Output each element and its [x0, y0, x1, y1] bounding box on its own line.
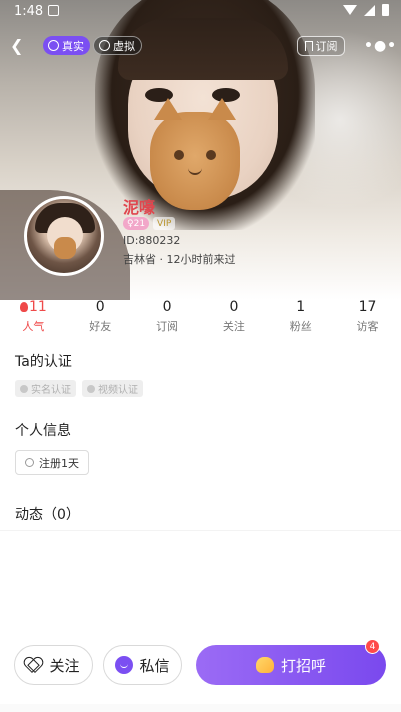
virtual-tag[interactable]: 虚拟	[93, 36, 142, 55]
follow-button[interactable]: 关注	[14, 645, 93, 685]
greet-count-badge: 4	[365, 639, 380, 654]
virtual-icon	[99, 40, 110, 51]
notification-icon	[48, 5, 59, 16]
cat-cookie	[150, 98, 240, 210]
heart-icon	[27, 657, 43, 673]
stat-friends[interactable]: 0 好友	[67, 298, 134, 338]
greet-button[interactable]: 打招呼 4	[196, 639, 386, 685]
real-name-cert-badge: 实名认证	[15, 380, 76, 397]
status-bar: 1:48	[0, 0, 401, 24]
stats-row: 11 人气 0 好友 0 订阅 0 关注 1 粉丝 17 访客	[0, 298, 401, 338]
stat-fans[interactable]: 1 粉丝	[267, 298, 334, 338]
stat-label: 人气	[22, 320, 45, 333]
subscribe-label: 订阅	[315, 40, 338, 53]
message-label: 私信	[139, 656, 170, 675]
chat-icon	[115, 656, 134, 674]
greet-label: 打招呼	[280, 656, 326, 675]
certification-list: 实名认证 视频认证	[15, 380, 143, 397]
location-last-seen: 吉林省 · 12小时前来过	[123, 253, 236, 266]
real-tag-label: 真实	[62, 39, 84, 53]
real-icon	[48, 40, 59, 51]
home-indicator	[0, 704, 401, 712]
message-button[interactable]: 私信	[103, 645, 182, 685]
id-card-icon	[20, 384, 28, 393]
nickname: 泥嚎	[123, 198, 156, 217]
stat-subscriptions[interactable]: 0 订阅	[134, 298, 201, 338]
video-cert-badge: 视频认证	[82, 380, 143, 397]
moments-title: 动态（0）	[15, 507, 80, 523]
status-time: 1:48	[14, 4, 44, 19]
stat-value: 11	[29, 299, 47, 315]
fire-icon	[20, 302, 28, 312]
stat-label: 关注	[222, 320, 245, 333]
more-options-icon[interactable]: •●•	[364, 38, 397, 54]
real-tag[interactable]: 真实	[43, 36, 90, 55]
stat-value: 0	[162, 299, 172, 315]
person-icon	[25, 458, 34, 467]
registration-label: 注册1天	[39, 456, 79, 470]
stat-value: 1	[296, 299, 306, 315]
video-icon	[87, 384, 95, 393]
follow-label: 关注	[49, 656, 80, 675]
certification-title: Ta的认证	[15, 354, 72, 370]
cert-label: 视频认证	[98, 385, 138, 396]
stat-following[interactable]: 0 关注	[200, 298, 267, 338]
personal-info-title: 个人信息	[15, 423, 71, 439]
vip-badge-label: VIP	[157, 218, 172, 229]
virtual-tag-label: 虚拟	[113, 39, 135, 53]
user-badges: ♀21 VIP	[123, 217, 176, 230]
stat-label: 粉丝	[289, 320, 312, 333]
stat-value: 0	[95, 299, 105, 315]
stat-label: 访客	[356, 320, 379, 333]
stat-label: 订阅	[156, 320, 179, 333]
cert-label: 实名认证	[31, 385, 71, 396]
bottom-action-bar: 关注 私信 打招呼 4	[0, 639, 401, 712]
wifi-icon	[343, 5, 357, 15]
vip-badge: VIP	[153, 217, 176, 230]
back-arrow-icon[interactable]: ❮	[10, 38, 26, 54]
stat-value: 0	[229, 299, 239, 315]
wave-hand-icon	[255, 657, 274, 673]
stat-label: 好友	[89, 320, 112, 333]
battery-icon	[382, 4, 389, 16]
user-id: ID:880232	[123, 234, 181, 247]
signal-icon	[364, 4, 375, 16]
avatar[interactable]	[24, 196, 104, 276]
top-bar: ❮ 真实 虚拟 订阅 •●•	[0, 36, 401, 56]
stat-value: 17	[358, 299, 377, 315]
bookmark-icon	[304, 41, 313, 51]
section-divider	[0, 530, 401, 531]
subscribe-button[interactable]: 订阅	[297, 36, 345, 56]
stat-visitors[interactable]: 17 访客	[334, 298, 401, 338]
gender-age-badge: ♀21	[123, 217, 150, 230]
stat-popularity[interactable]: 11 人气	[0, 298, 67, 338]
registration-tag: 注册1天	[15, 450, 89, 475]
